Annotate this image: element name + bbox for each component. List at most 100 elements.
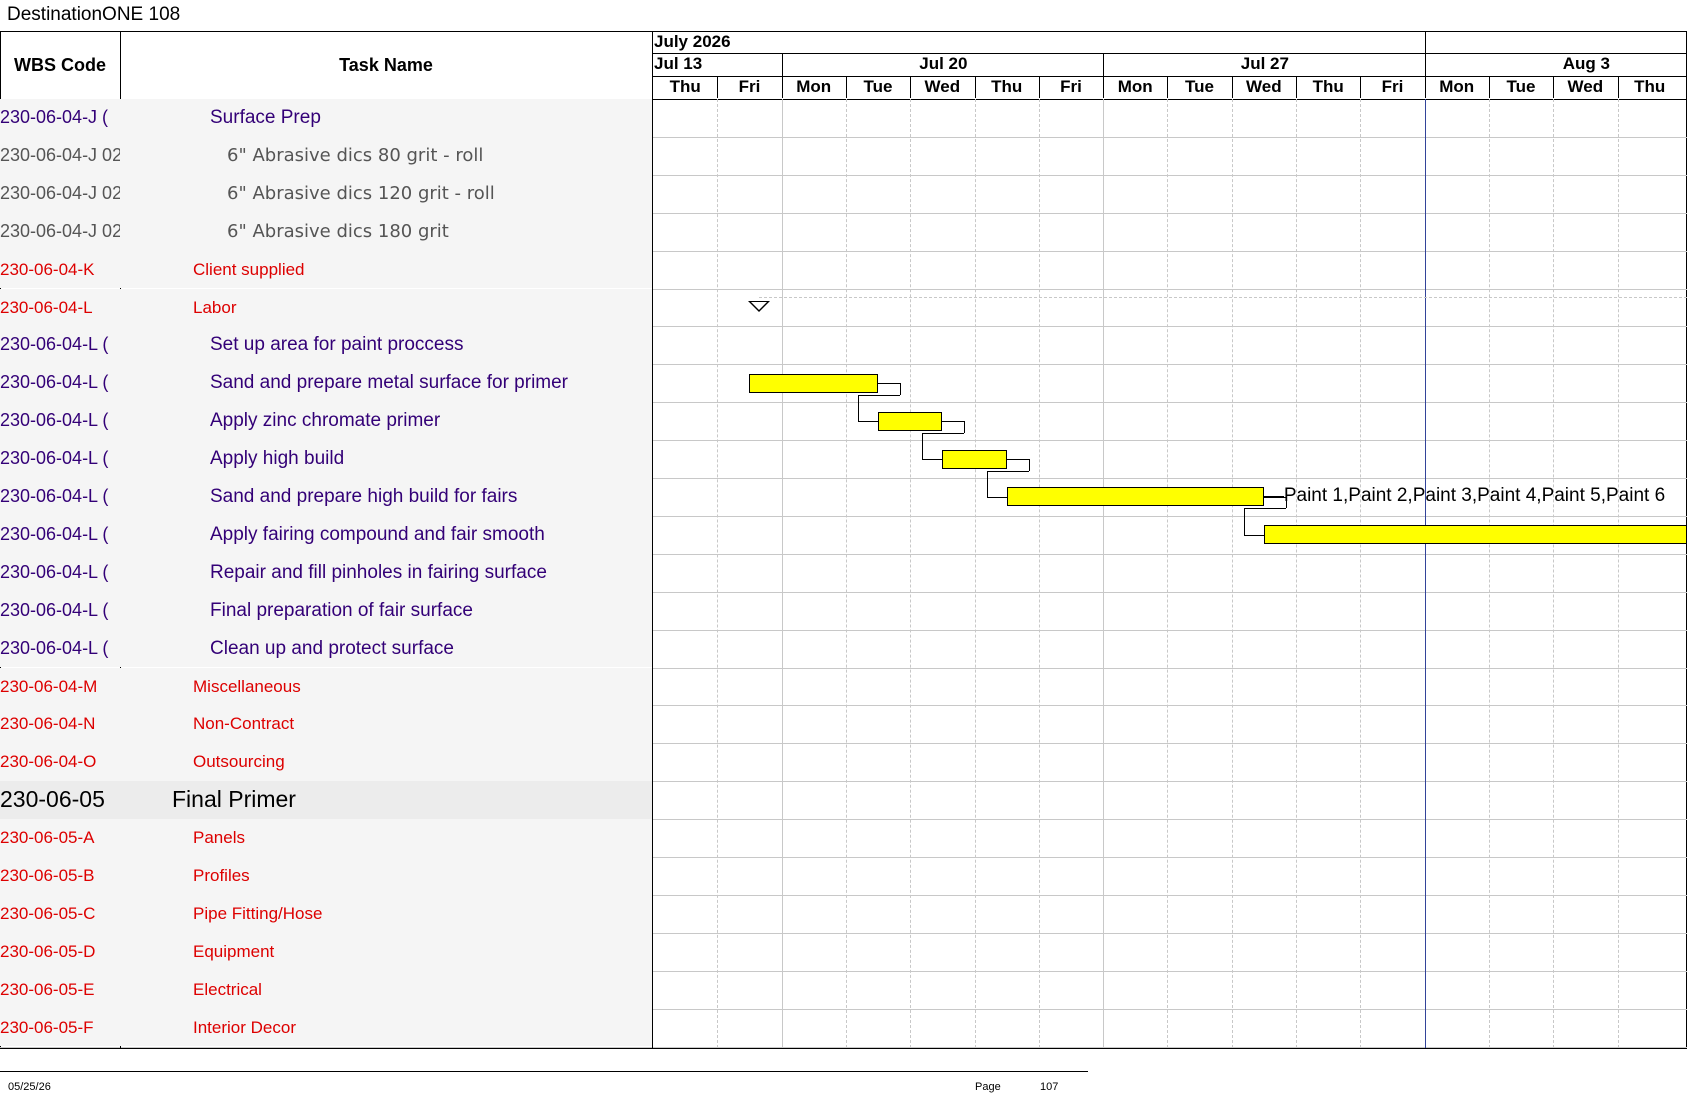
wbs-code-cell[interactable]: 230-06-04-J 02 [0,137,120,175]
wbs-code-cell[interactable]: 230-06-05-A [0,819,120,857]
day-label: Thu [669,77,701,96]
task-name-cell[interactable]: Client supplied [120,251,652,289]
day-gridline [1360,99,1362,1048]
dependency-link [858,421,879,423]
day-divider [1488,76,1490,98]
summary-marker-icon [748,301,771,313]
wbs-code-cell[interactable]: 230-06-05-D [0,933,120,971]
dependency-link [1263,496,1286,498]
dependency-link [878,383,901,385]
dependency-link [1028,459,1030,471]
day-label: Tue [1506,77,1536,96]
day-label: Mon [1117,77,1153,96]
day-label: Mon [796,77,832,96]
wbs-code-cell[interactable]: 230-06-04-L ( [0,326,120,364]
wbs-code-cell[interactable]: 230-06-04-L ( [0,440,120,478]
task-name-cell[interactable]: Apply high build [120,440,652,478]
day-label: Thu [991,77,1023,96]
dependency-link [922,432,965,434]
task-name-cell[interactable]: 6" Abrasive dics 180 grit [120,213,652,251]
day-label: Fri [1381,77,1404,96]
wbs-code-cell[interactable]: 230-06-04-L ( [0,516,120,554]
task-name-cell[interactable]: Non-Contract [120,705,652,743]
wbs-code-cell[interactable]: 230-06-05-C [0,895,120,933]
day-gridline [717,99,719,1048]
day-gridline [845,99,847,1048]
task-name-cell[interactable]: Surface Prep [120,99,652,137]
task-name-cell[interactable]: Set up area for paint proccess [120,326,652,364]
month-label: July 2026 [654,32,731,51]
wbs-code-cell[interactable]: 230-06-04-M [0,668,120,706]
week-label: Jul 27 [1240,54,1289,73]
table-chart-divider [652,31,653,1048]
resource-names-label: Paint 1,Paint 2,Paint 3,Paint 4,Paint 5,… [1283,484,1666,506]
wbs-code-cell[interactable]: 230-06-04-K [0,251,120,289]
day-label: Wed [1567,77,1604,96]
task-name-cell[interactable]: Final Primer [120,781,652,819]
task-name-cell[interactable]: Pipe Fitting/Hose [120,895,652,933]
task-bar[interactable] [878,411,943,431]
task-name-cell[interactable]: Outsourcing [120,743,652,781]
wbs-code-cell[interactable]: 230-06-05-E [0,971,120,1009]
day-label: Mon [1439,77,1475,96]
week-divider [1424,53,1426,76]
day-gridline [1296,99,1297,1048]
wbs-code-cell[interactable]: 230-06-04-N [0,705,120,743]
summary-dashed-line [759,297,1687,299]
task-name-cell[interactable]: Electrical [120,971,652,1009]
wbs-code-cell[interactable]: 230-06-04-L ( [0,630,120,668]
task-name-cell[interactable]: 6" Abrasive dics 120 grit - roll [120,175,652,213]
wbs-code-cell[interactable]: 230-06-05 [0,781,120,819]
wbs-code-cell[interactable]: 230-06-04-J 02 [0,213,120,251]
dependency-link [1243,508,1286,510]
task-name-cell[interactable]: Repair and fill pinholes in fairing surf… [120,554,652,592]
wbs-code-cell[interactable]: 230-06-04-J ( [0,99,120,137]
task-bar[interactable] [942,449,1007,469]
task-bar[interactable] [749,373,879,393]
wbs-code-cell[interactable]: 230-06-04-L ( [0,402,120,440]
task-name-cell[interactable]: Equipment [120,933,652,971]
week-divider [781,53,783,76]
day-divider [1360,76,1362,98]
task-name-header[interactable]: Task Name [120,31,652,99]
wbs-code-cell[interactable]: 230-06-05-F [0,1009,120,1047]
dependency-link [900,383,902,395]
task-name-cell[interactable]: Profiles [120,857,652,895]
dependency-link [922,432,924,460]
summary-marker-fill [751,302,768,311]
task-bar[interactable] [1006,487,1264,507]
task-name-cell[interactable]: 6" Abrasive dics 80 grit - roll [120,137,652,175]
dependency-link [986,496,1007,498]
wbs-code-cell[interactable]: 230-06-04-L [0,289,120,327]
day-divider [1553,76,1555,98]
task-name-cell[interactable]: Apply fairing compound and fair smooth [120,516,652,554]
task-name-cell[interactable]: Sand and prepare metal surface for prime… [120,364,652,402]
task-name-cell[interactable]: Final preparation of fair surface [120,592,652,630]
task-name-cell[interactable]: Clean up and protect surface [120,630,652,668]
week-label: Jul 13 [654,54,703,73]
wbs-code-cell[interactable]: 230-06-04-L ( [0,478,120,516]
print-date: 05/25/26 [8,1081,51,1093]
wbs-code-cell[interactable]: 230-06-04-J 02 [0,175,120,213]
document-title: DestinationONE 108 [7,4,181,25]
task-name-cell[interactable]: Miscellaneous [120,668,652,706]
page-label: Page [975,1081,1001,1093]
wbs-code-cell[interactable]: 230-06-04-L ( [0,554,120,592]
wbs-code-cell[interactable]: 230-06-04-L ( [0,364,120,402]
task-name-cell[interactable]: Apply zinc chromate primer [120,402,652,440]
wbs-code-cell[interactable]: 230-06-04-O [0,743,120,781]
task-name-cell[interactable]: Labor [120,289,652,327]
day-gridline [910,99,912,1048]
dependency-link [858,394,901,396]
wbs-code-cell[interactable]: 230-06-05-B [0,857,120,895]
wbs-code-cell[interactable]: 230-06-04-L ( [0,592,120,630]
day-label: Wed [924,77,961,96]
task-name-cell[interactable]: Interior Decor [120,1009,652,1047]
wbs-code-header[interactable]: WBS Code [0,31,120,99]
dependency-link [986,470,1029,472]
task-name-cell[interactable]: Panels [120,819,652,857]
task-name-cell[interactable]: Sand and prepare high build for fairs [120,478,652,516]
dependency-link [942,421,965,423]
row-separator [0,1046,1687,1048]
task-bar[interactable] [1263,525,1687,545]
